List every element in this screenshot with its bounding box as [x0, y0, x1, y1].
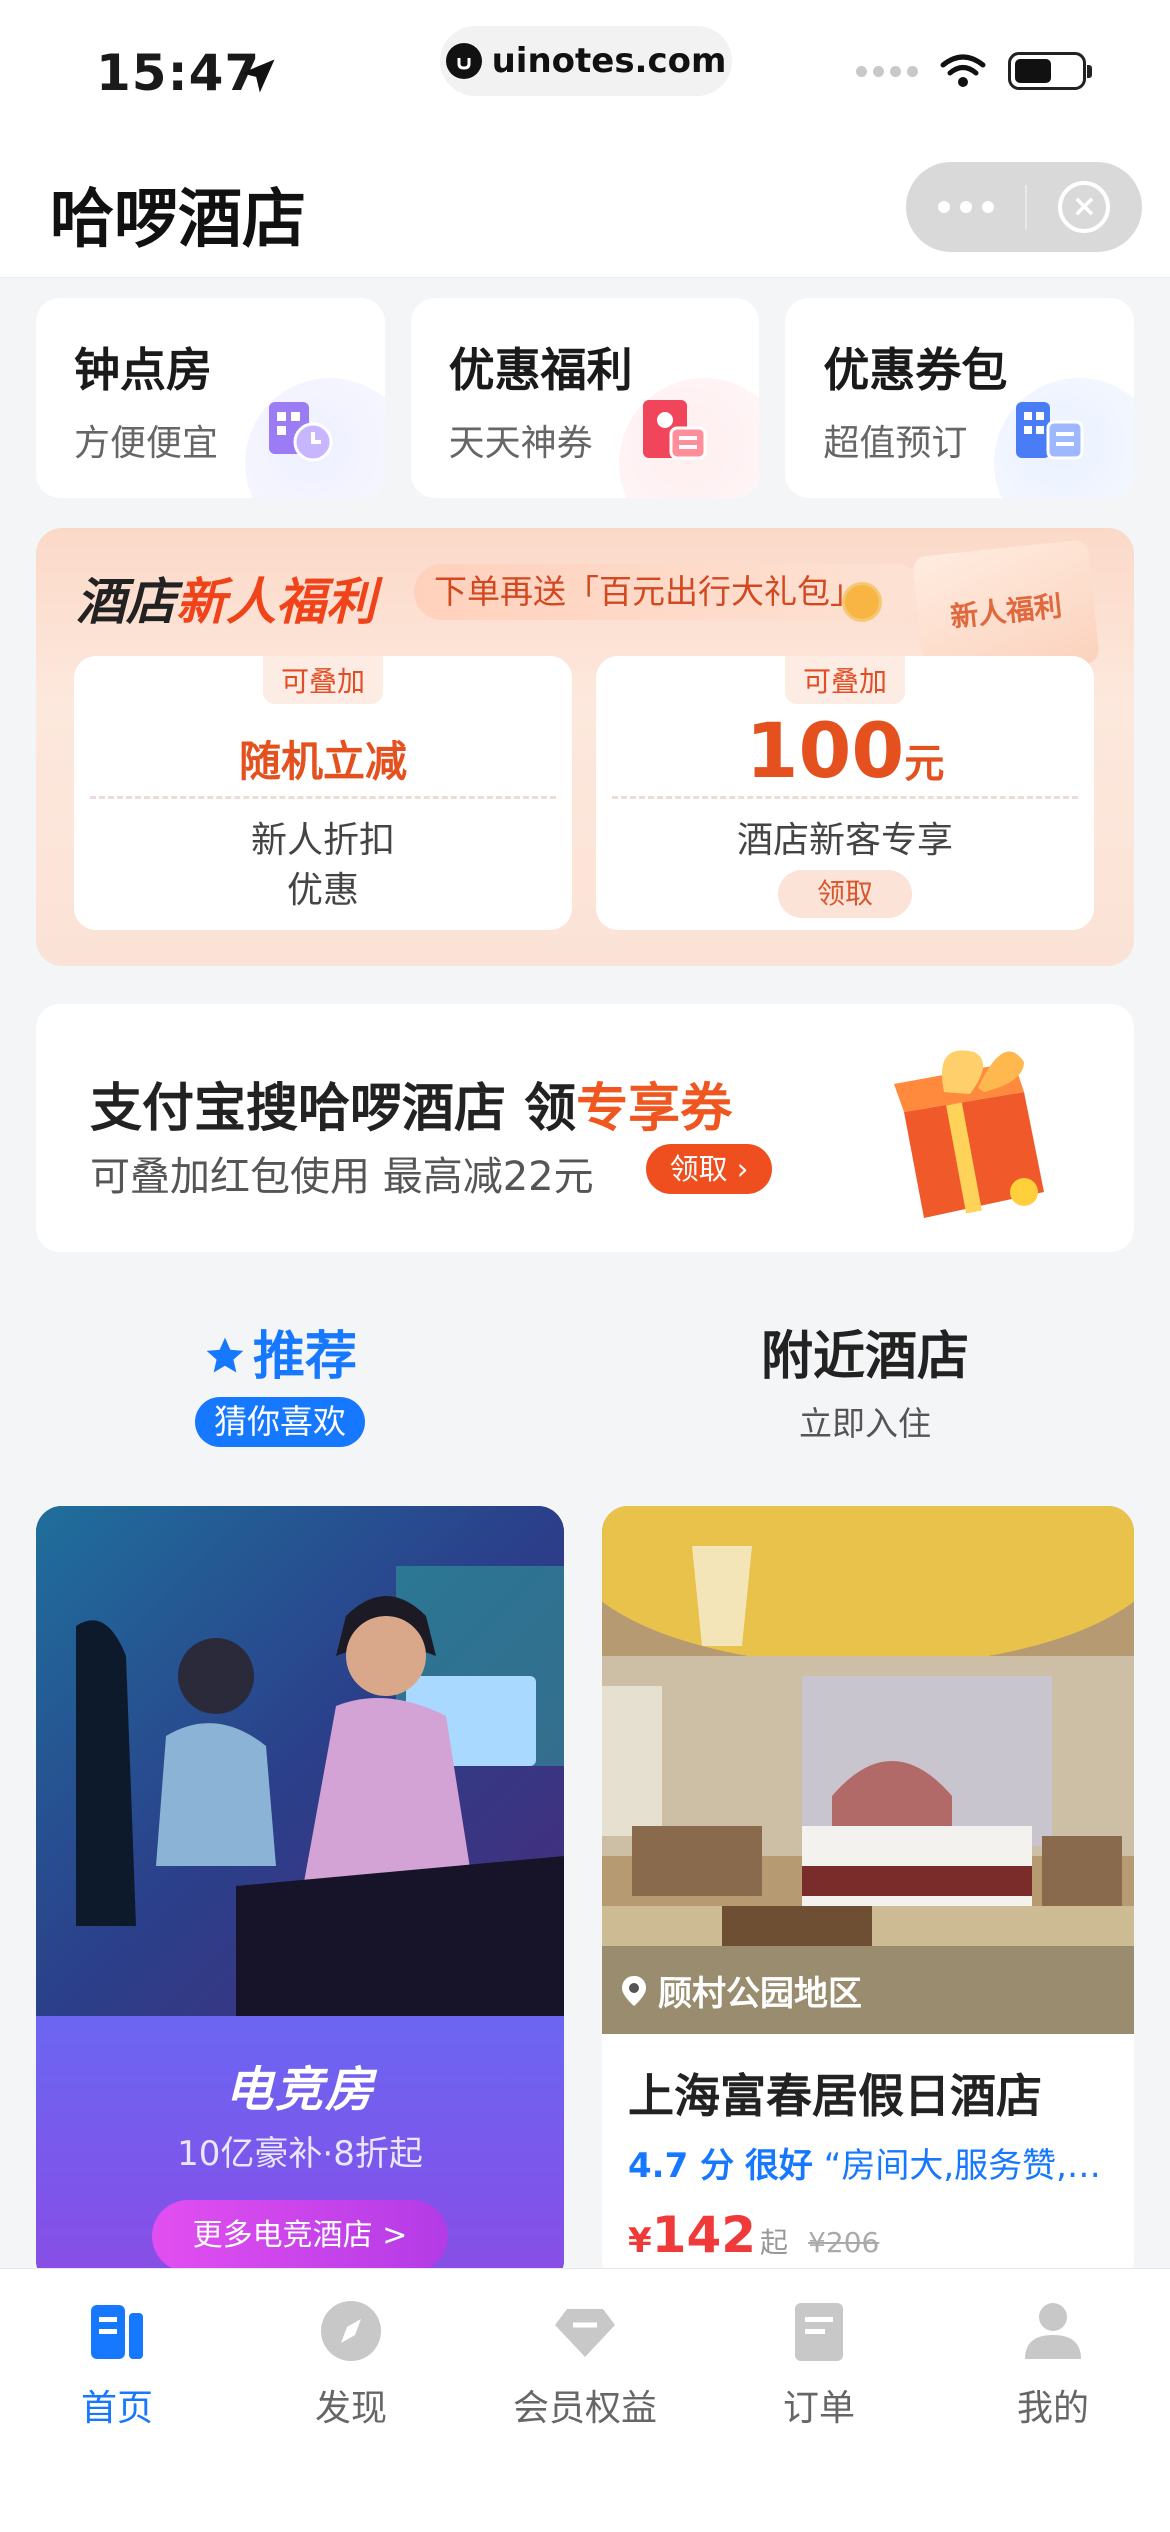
wifi-icon [940, 54, 986, 87]
recommend-tabs: 推荐 猜你喜欢 附近酒店 立即入住 [0, 1300, 1170, 1470]
card-subtitle: 10亿豪补·8折起 [177, 2134, 423, 2174]
tab-sublabel: 猜你喜欢 [195, 1397, 365, 1447]
promo-subline: 可叠加红包使用 最高减22元 [90, 1154, 594, 1200]
stackable-tag: 可叠加 [784, 656, 906, 704]
hourly-room-icon [268, 402, 333, 462]
new-user-welfare-banner[interactable]: 酒店新人福利 下单再送「百元出行大礼包」 新人福利 可叠加 随机立减 新人折扣 … [36, 528, 1134, 966]
tabbar-member-benefits[interactable]: 会员权益 [485, 2295, 685, 2431]
coupon-desc: 酒店新客专享 [736, 820, 953, 861]
coupon-random-discount[interactable]: 可叠加 随机立减 新人折扣 优惠 [74, 656, 572, 930]
tab-label: 推荐 [252, 1327, 357, 1387]
order-icon [795, 2303, 843, 2361]
coupon-pack-icon [1016, 402, 1084, 460]
location-arrow-icon [241, 59, 275, 93]
tabbar-label: 订单 [782, 2388, 855, 2429]
coupon-main-text: 随机立减 [238, 737, 407, 786]
tabbar-label: 会员权益 [512, 2388, 657, 2429]
hotel-card[interactable]: 顾村公园地区 上海富春居假日酒店 4.7 分 很好 “房间大,服务赞,… ¥14… [602, 1506, 1134, 2286]
tabbar-home[interactable]: 首页 [17, 2295, 217, 2431]
tabbar-discover[interactable]: 发现 [251, 2295, 451, 2431]
quick-entry-hourly-room[interactable]: 钟点房 方便便宜 [36, 298, 385, 498]
card-title: 电竞房 [224, 2062, 375, 2118]
status-bar: 15:47 uinotes.com [0, 0, 1170, 140]
coupon-desc: 新人折扣 优惠 [250, 820, 395, 911]
tabbar-orders[interactable]: 订单 [719, 2295, 919, 2431]
profile-icon [1025, 2303, 1081, 2359]
stackable-tag: 可叠加 [262, 656, 384, 704]
quick-entries: 钟点房 方便便宜 优惠福利 天天神券 优惠券包 超值预订 [36, 298, 1135, 498]
more-esports-hotels-button[interactable]: 更多电竞酒店 > [152, 2200, 448, 2272]
tabbar-profile[interactable]: 我的 [953, 2295, 1153, 2431]
hotel-room-photo [602, 1506, 1134, 2034]
quick-entry-welfare[interactable]: 优惠福利 天天神券 [410, 298, 760, 498]
home-icon [91, 2305, 143, 2359]
promo-claim-button[interactable]: 领取 › [646, 1144, 772, 1194]
tab-sublabel: 立即入住 [799, 1404, 931, 1443]
more-icon[interactable] [937, 201, 994, 213]
bottom-tab-bar: 首页 发现 会员权益 订单 我的 [0, 2268, 1170, 2532]
nav-bar: 哈啰酒店 × [0, 140, 1170, 278]
compass-icon [321, 2301, 381, 2361]
page-title: 哈啰酒店 [50, 183, 306, 257]
status-icons [856, 52, 1092, 90]
hotel-rating: 4.7 分 很好 “房间大,服务赞,… [628, 2146, 1101, 2186]
lock-icon [445, 43, 482, 79]
hotel-location: 顾村公园地区 [620, 1966, 862, 2015]
tab-label: 附近酒店 [760, 1327, 969, 1387]
hotel-name: 上海富春居假日酒店 [628, 2069, 1042, 2123]
signal-icon [856, 65, 918, 77]
welfare-title: 酒店新人福利 [76, 573, 376, 631]
tab-recommend[interactable]: 推荐 猜你喜欢 [150, 1314, 410, 1447]
tabbar-label: 发现 [314, 2388, 387, 2429]
mini-app-capsule: × [906, 162, 1142, 252]
claim-button[interactable]: 领取 [778, 870, 912, 918]
alipay-promo-banner[interactable]: 支付宝搜哈啰酒店 领专享券 可叠加红包使用 最高减22元 领取 › [36, 1004, 1134, 1252]
esports-photo [36, 1506, 564, 2026]
tabbar-label: 我的 [1016, 2388, 1089, 2429]
promo-headline: 支付宝搜哈啰酒店 领专享券 [90, 1079, 733, 1139]
url-text: uinotes.com [491, 41, 727, 81]
url-pill[interactable]: uinotes.com [440, 26, 732, 96]
battery-icon [1008, 52, 1092, 90]
gift-box-image [894, 1050, 1044, 1218]
location-pin-icon [622, 1975, 646, 2006]
close-icon[interactable]: × [1058, 181, 1111, 233]
coupon-amount: 100元 [745, 706, 945, 795]
original-price: ¥206 [808, 2226, 880, 2259]
diamond-icon [555, 2309, 615, 2357]
hotel-price: ¥142 起 ¥206 [628, 2206, 880, 2264]
coin-icon [842, 582, 882, 622]
tab-nearby-hotels[interactable]: 附近酒店 立即入住 [710, 1314, 1020, 1445]
esports-room-card[interactable]: 电竞房 10亿豪补·8折起 更多电竞酒店 > [36, 1506, 564, 2286]
star-icon [206, 1337, 244, 1373]
tabbar-label: 首页 [80, 2388, 153, 2429]
welfare-icon [643, 400, 707, 460]
coupon-100-yuan[interactable]: 可叠加 100元 酒店新客专享 领取 [596, 656, 1094, 930]
quick-entry-coupon-pack[interactable]: 优惠券包 超值预订 [785, 298, 1135, 498]
